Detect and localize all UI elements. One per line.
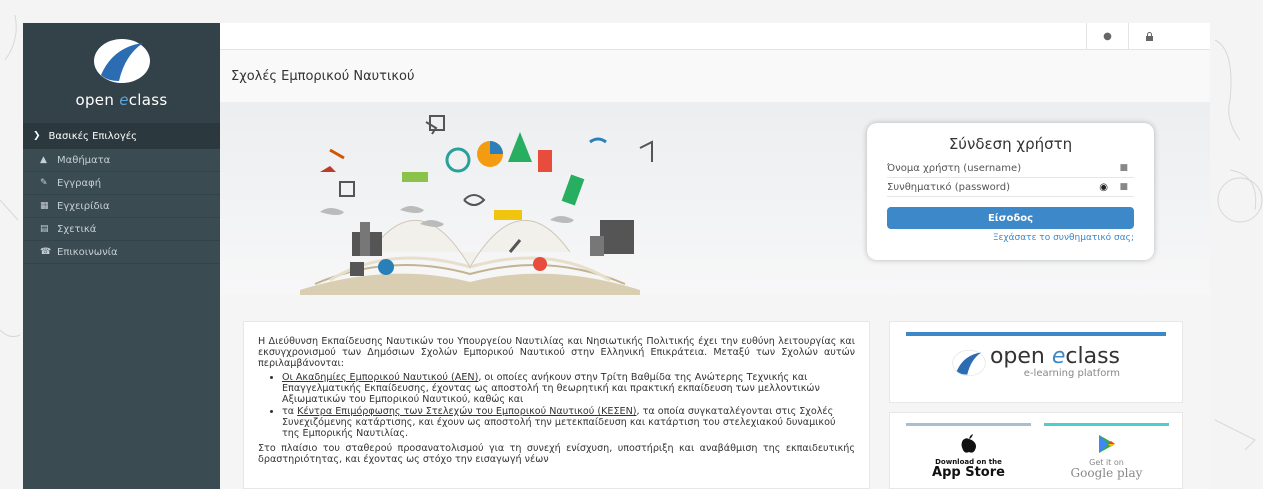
schools-list: Οι Ακαδημίες Εμπορικού Ναυτικού (ΑΕΝ), ο… — [282, 372, 855, 439]
logo[interactable]: open eclass — [23, 23, 220, 123]
appstore-big-text: App Store — [932, 465, 1005, 480]
page-title: Σχολές Εμπορικού Ναυτικού — [220, 50, 1210, 102]
sidebar-item-about[interactable]: ▤ Σχετικά — [23, 218, 220, 241]
list-item: Οι Ακαδημίες Εμπορικού Ναυτικού (ΑΕΝ), ο… — [282, 372, 855, 405]
eclass-logo-icon — [93, 39, 150, 83]
chevron-down-icon: ❯ — [33, 131, 41, 141]
google-play-badge[interactable]: Get it on Google play — [1044, 423, 1169, 488]
eclass-logo-icon — [952, 349, 986, 376]
aen-link[interactable]: Οι Ακαδημίες Εμπορικού Ναυτικού (ΑΕΝ) — [282, 372, 478, 383]
lock-icon: ■ — [1119, 182, 1128, 192]
sidebar-item-label: Επικοινωνία — [57, 246, 118, 258]
sidebar-item-label: Σχετικά — [57, 223, 97, 235]
sidebar-item-manuals[interactable]: ▦ Εγχειρίδια — [23, 195, 220, 218]
gplay-big-text: Google play — [1070, 466, 1143, 480]
menu-section-title: Βασικές Επιλογές — [48, 130, 138, 142]
question-icon: ● — [1103, 31, 1112, 42]
intro-paragraph: Η Διεύθυνση Εκπαίδευσης Ναυτικών του Υπο… — [258, 336, 855, 369]
app-store-badge[interactable]: Download on the App Store — [906, 423, 1031, 488]
apple-icon — [961, 434, 976, 453]
login-lock-button[interactable] — [1128, 23, 1170, 50]
sidebar-item-contact[interactable]: ☎ Επικοινωνία — [23, 241, 220, 264]
promo-brand: open eclass e-learning platform — [890, 346, 1182, 379]
file-icon: ▦ — [40, 201, 49, 211]
book-illustration — [300, 115, 653, 295]
user-icon: ■ — [1119, 163, 1128, 173]
logo-text: open eclass — [75, 91, 168, 109]
promo-tagline: e-learning platform — [1023, 368, 1121, 379]
sidebar-item-label: Μαθήματα — [57, 154, 111, 166]
sidebar-item-label: Εγχειρίδια — [57, 200, 110, 212]
promo-accent-bar — [906, 332, 1166, 336]
top-bar: ● — [220, 23, 1210, 50]
password-placeholder: Συνθηματικό (password) — [887, 181, 1010, 193]
hero-banner: Σύνδεση χρήστη Όνομα χρήστη (username) ■… — [220, 102, 1210, 295]
second-paragraph: Στο πλαίσιο του σταθερού προσανατολισμού… — [258, 443, 855, 465]
content-area: Η Διεύθυνση Εκπαίδευσης Ναυτικών του Υπο… — [220, 295, 1210, 489]
login-title: Σύνδεση χρήστη — [948, 135, 1073, 153]
graduation-cap-icon: ▲ — [40, 155, 47, 165]
username-placeholder: Όνομα χρήστη (username) — [887, 162, 1022, 174]
login-box: Σύνδεση χρήστη Όνομα χρήστη (username) ■… — [867, 123, 1154, 260]
help-button[interactable]: ● — [1086, 23, 1128, 50]
sidebar-item-register[interactable]: ✎ Εγγραφή — [23, 172, 220, 195]
main-area: ● Σχολές Εμπορικού Ναυτικού Σύνδεση χρήσ… — [220, 23, 1210, 489]
sidebar: open eclass ❯ Βασικές Επιλογές ▲ Μαθήματ… — [23, 23, 220, 489]
eclass-promo[interactable]: open eclass e-learning platform — [889, 321, 1183, 403]
store-accent-bar — [1044, 423, 1169, 426]
eye-icon[interactable]: ◉ — [1099, 182, 1108, 193]
password-field[interactable]: Συνθηματικό (password) ◉ ■ — [887, 178, 1134, 197]
app-stores-panel: Download on the App Store Get it on Goog… — [889, 412, 1183, 489]
forgot-password-link[interactable]: Ξεχάσατε το συνθηματικό σας; — [887, 233, 1134, 243]
username-field[interactable]: Όνομα χρήστη (username) ■ — [887, 159, 1134, 178]
promo-brand-name: open eclass — [989, 344, 1121, 369]
lock-icon — [1146, 32, 1153, 41]
kesen-link[interactable]: Κέντρα Επιμόρφωσης των Στελεχών του Εμπο… — [297, 406, 636, 417]
info-panel: Η Διεύθυνση Εκπαίδευσης Ναυτικών του Υπο… — [243, 321, 870, 489]
sidebar-item-label: Εγγραφή — [57, 177, 102, 189]
phone-icon: ☎ — [40, 247, 52, 257]
login-button[interactable]: Είσοδος — [887, 207, 1134, 229]
store-accent-bar — [906, 423, 1031, 426]
google-play-icon — [1098, 435, 1115, 453]
menu-section-header[interactable]: ❯ Βασικές Επιλογές — [23, 123, 220, 149]
sidebar-item-courses[interactable]: ▲ Μαθήματα — [23, 149, 220, 172]
credit-card-icon: ▤ — [40, 224, 49, 234]
edit-icon: ✎ — [40, 178, 48, 188]
list-item: τα Κέντρα Επιμόρφωσης των Στελεχών του Ε… — [282, 406, 855, 439]
